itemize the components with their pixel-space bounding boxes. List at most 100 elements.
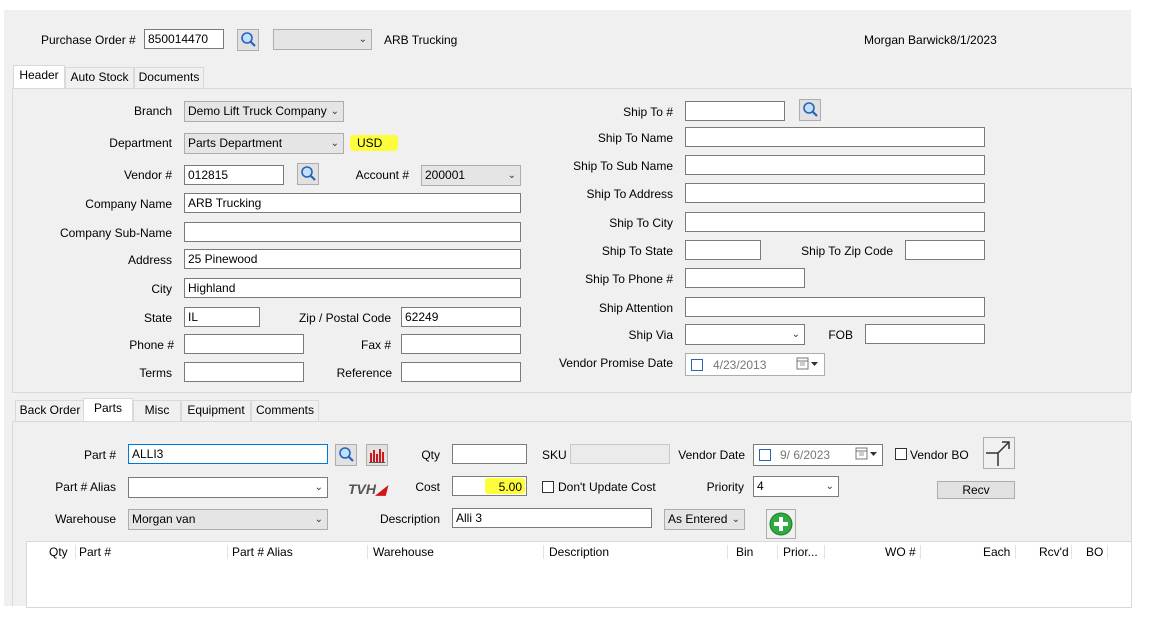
department-select[interactable]: Parts Department ⌄ [184, 133, 344, 154]
terms-label: Terms [139, 366, 172, 380]
dont-update-cost-label: Don't Update Cost [558, 480, 656, 494]
company-name-field[interactable]: ARB Trucking [184, 193, 521, 213]
warehouse-select[interactable]: Morgan van ⌄ [128, 509, 328, 530]
qty-field[interactable] [452, 444, 527, 464]
ship-to-phone-label: Ship To Phone # [585, 272, 673, 286]
fax-label: Fax # [360, 338, 391, 352]
col-part[interactable]: Part # [79, 542, 111, 562]
ship-to-address-field[interactable] [685, 183, 985, 203]
chart-icon [369, 449, 385, 463]
terms-field[interactable] [184, 362, 304, 382]
ship-to-name-field[interactable] [685, 127, 985, 147]
part-history-button[interactable] [366, 444, 388, 466]
dont-update-cost-checkbox[interactable] [542, 481, 554, 493]
vendor-promise-date-picker[interactable]: 4/23/2013 [685, 353, 825, 376]
phone-label: Phone # [129, 338, 174, 352]
add-part-button[interactable] [766, 509, 796, 539]
tab-documents[interactable]: Documents [134, 67, 204, 88]
ship-to-zip-field[interactable] [905, 240, 985, 260]
fob-field[interactable] [865, 324, 985, 344]
alias-label: Part # Alias [55, 480, 116, 494]
col-wo[interactable]: WO # [885, 542, 916, 562]
ship-attention-label: Ship Attention [598, 301, 673, 315]
company-name-label: Company Name [85, 197, 172, 211]
state-label: State [143, 311, 172, 325]
state-field[interactable]: IL [184, 307, 260, 327]
part-label: Part # [83, 448, 116, 462]
as-entered-select[interactable]: As Entered ⌄ [664, 509, 745, 530]
priority-select[interactable]: 4 ⌄ [753, 476, 839, 497]
phone-field[interactable] [184, 334, 304, 354]
vendor-bo-checkbox[interactable] [895, 448, 907, 460]
qty-label: Qty [421, 448, 440, 462]
ship-via-select[interactable]: ⌄ [685, 324, 805, 345]
tab-parts[interactable]: Parts [83, 398, 133, 422]
reference-field[interactable] [401, 362, 521, 382]
po-search-button[interactable] [237, 29, 259, 51]
parts-grid[interactable]: Qty Part # Part # Alias Warehouse Descri… [26, 541, 1132, 608]
calendar-icon[interactable] [796, 357, 820, 374]
ship-to-address-label: Ship To Address [586, 187, 673, 201]
ship-to-field[interactable] [685, 101, 785, 121]
branch-select[interactable]: Demo Lift Truck Company ⌄ [184, 101, 344, 122]
search-icon [241, 32, 256, 47]
user-date: Morgan Barwick8/1/2023 [864, 33, 997, 47]
city-field[interactable]: Highland [184, 278, 521, 298]
part-field[interactable]: ALLI3 [128, 444, 328, 464]
vendor-search-button[interactable] [297, 163, 319, 185]
tab-comments[interactable]: Comments [251, 400, 319, 421]
cost-label: Cost [415, 480, 440, 494]
ship-attention-field[interactable] [685, 297, 985, 317]
account-label: Account # [355, 168, 409, 182]
ship-to-subname-field[interactable] [685, 155, 985, 175]
recv-button[interactable]: Recv [937, 481, 1015, 499]
ship-via-label: Ship Via [628, 328, 673, 342]
part-search-button[interactable] [335, 444, 357, 466]
currency-label: USD [357, 136, 383, 150]
col-part-alias[interactable]: Part # Alias [232, 542, 293, 562]
col-qty[interactable]: Qty [49, 542, 68, 562]
col-description[interactable]: Description [549, 542, 609, 562]
vendor-date-label: Vendor Date [678, 448, 745, 462]
tab-misc[interactable]: Misc [133, 400, 181, 421]
add-icon [769, 512, 793, 536]
po-type-select[interactable]: ⌄ [273, 29, 372, 50]
calendar-icon[interactable] [855, 447, 879, 464]
col-bin[interactable]: Bin [736, 542, 753, 562]
address-field[interactable]: 25 Pinewood [184, 249, 521, 269]
vendor-field[interactable]: 012815 [184, 165, 284, 185]
ship-to-phone-field[interactable] [685, 268, 805, 288]
ship-to-search-button[interactable] [799, 99, 821, 121]
vendor-promise-checkbox[interactable] [691, 359, 703, 371]
vendor-date-picker[interactable]: 9/ 6/2023 [753, 444, 883, 466]
po-number-field[interactable]: 850014470 [144, 29, 224, 49]
zip-label: Zip / Postal Code [298, 311, 391, 325]
fax-field[interactable] [401, 334, 521, 354]
tvh-logo[interactable]: TVH◢ [348, 478, 400, 500]
tab-back-order[interactable]: Back Order [15, 400, 85, 421]
vendor-promise-label: Vendor Promise Date [558, 356, 673, 370]
col-rcvd[interactable]: Rcv'd [1039, 542, 1069, 562]
resize-button[interactable] [983, 437, 1015, 469]
ship-to-state-field[interactable] [685, 240, 761, 260]
ship-to-city-field[interactable] [685, 212, 985, 232]
company-subname-field[interactable] [184, 222, 521, 242]
branch-label: Branch [133, 104, 172, 118]
tab-auto-stock[interactable]: Auto Stock [65, 67, 134, 88]
address-label: Address [127, 253, 172, 267]
col-warehouse[interactable]: Warehouse [373, 542, 434, 562]
col-bo[interactable]: BO [1086, 542, 1103, 562]
zip-field[interactable]: 62249 [401, 307, 521, 327]
col-each[interactable]: Each [983, 542, 1010, 562]
account-select[interactable]: 200001 ⌄ [421, 165, 521, 186]
tab-header[interactable]: Header [13, 65, 65, 89]
tab-equipment[interactable]: Equipment [181, 400, 251, 421]
branch-value: Demo Lift Truck Company [188, 104, 327, 118]
description-field[interactable]: Alli 3 [452, 508, 652, 528]
vendor-date-checkbox[interactable] [759, 449, 771, 461]
col-priority[interactable]: Prior... [783, 542, 818, 562]
department-label: Department [109, 136, 172, 150]
search-icon [803, 102, 818, 117]
warehouse-value: Morgan van [132, 512, 196, 526]
alias-select[interactable]: ⌄ [128, 477, 328, 498]
